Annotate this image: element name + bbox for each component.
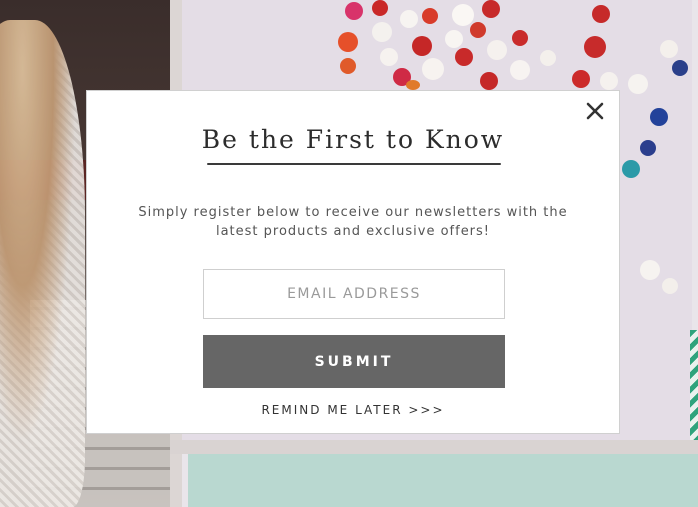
- submit-button[interactable]: SUBMIT: [203, 335, 505, 388]
- page: Be the First to Know Simply register bel…: [0, 0, 698, 507]
- newsletter-modal: Be the First to Know Simply register bel…: [86, 90, 620, 434]
- email-input[interactable]: [203, 269, 505, 319]
- remind-me-later-link[interactable]: REMIND ME LATER >>>: [87, 403, 619, 417]
- background-window-sill: [170, 440, 698, 454]
- background-mint-panel: [188, 454, 698, 507]
- background-stripe: [690, 330, 698, 440]
- background-person: [0, 20, 85, 507]
- modal-description: Simply register below to receive our new…: [138, 205, 568, 239]
- close-button[interactable]: [585, 101, 605, 121]
- title-underline: [207, 163, 501, 165]
- close-icon: [586, 102, 604, 120]
- modal-title: Be the First to Know: [201, 125, 505, 154]
